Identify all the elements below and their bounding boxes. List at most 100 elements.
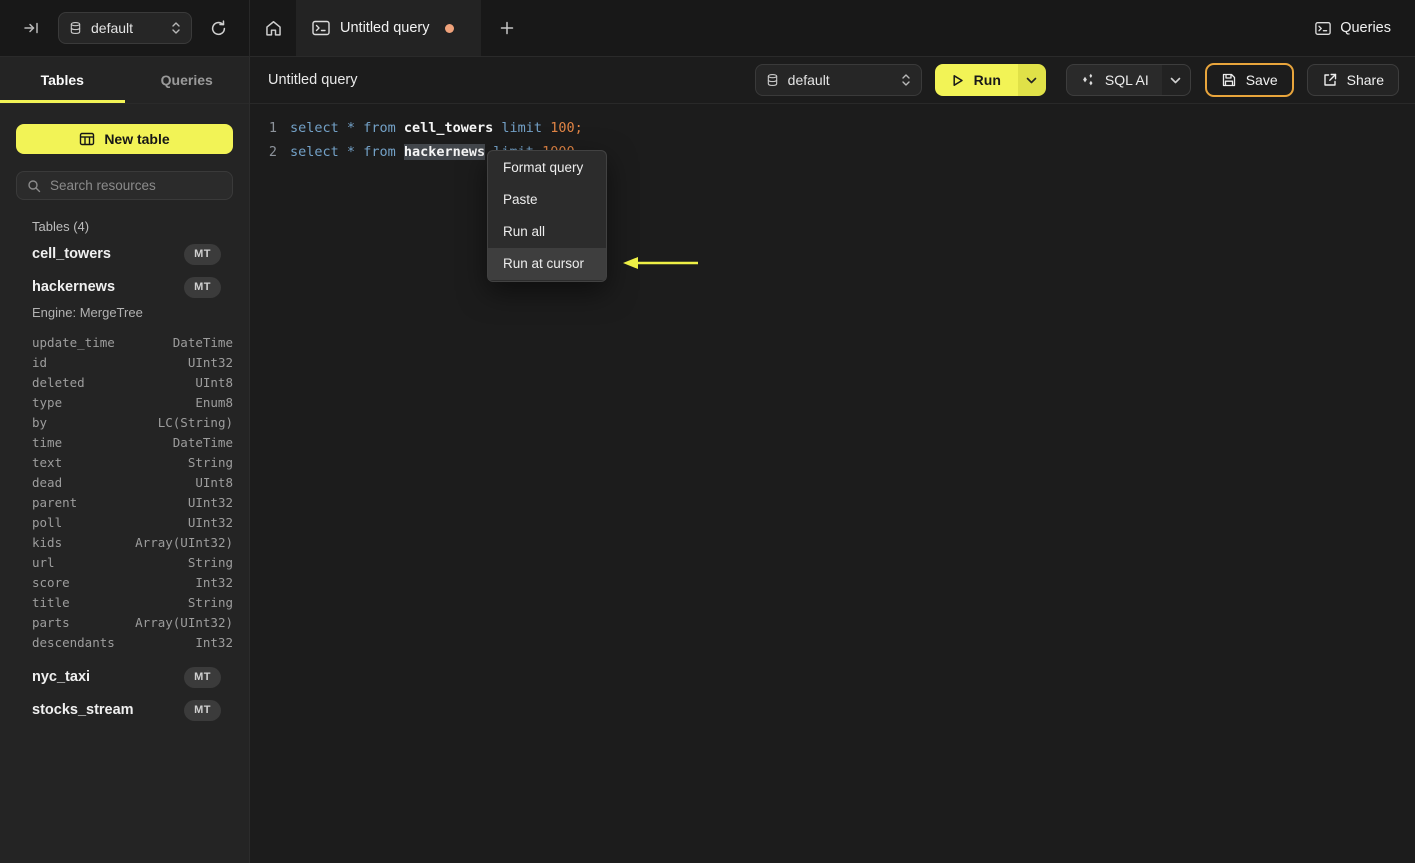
save-icon [1221,72,1237,88]
column-row: text String [32,452,233,472]
column-name: update_time [32,334,115,350]
topbar: default Untitled query Queries [0,0,1415,57]
table-name: hackernews [32,279,116,295]
column-name: title [32,594,70,610]
column-row: id UInt32 [32,352,233,372]
queries-button[interactable]: Queries [1315,20,1391,36]
context-menu-item[interactable]: Format query [488,152,606,184]
query-toolbar: Untitled query default Run SQL AI Save S… [250,57,1415,104]
chevron-updown-icon [171,21,181,35]
database-icon [766,73,779,87]
run-button[interactable]: Run [934,64,1046,96]
sql-ai-label: SQL AI [1104,72,1149,88]
topbar-right: Queries [1315,0,1415,56]
tab-untitled-query[interactable]: Untitled query [296,0,481,56]
sql-console-app: default Untitled query Queries Tables Qu… [0,0,1415,863]
save-button-label: Save [1245,72,1278,88]
column-row: title String [32,592,233,612]
share-button[interactable]: Share [1306,64,1399,96]
tab-title: Untitled query [340,20,430,36]
save-button[interactable]: Save [1204,63,1294,97]
column-name: deleted [32,374,85,390]
code-line: 2select * from hackernews limit 1000 [250,140,1415,164]
table-grid-icon [79,132,95,146]
home-button[interactable] [250,0,296,56]
collapse-sidebar-button[interactable] [18,14,46,42]
table-item[interactable]: hackernews MT [16,272,233,302]
code-token: * [346,120,356,136]
sql-ai-button[interactable]: SQL AI [1065,64,1191,96]
tab-strip: Untitled query [250,0,1315,56]
run-options-caret[interactable] [1017,64,1046,96]
column-row: time DateTime [32,432,233,452]
column-name: poll [32,514,63,530]
sql-ai-caret[interactable] [1161,65,1190,95]
sidebar-body: New table Tables (4) cell_towersMThacker… [0,104,249,863]
run-button-label: Run [973,72,1001,88]
table-name: stocks_stream [32,702,134,718]
column-type: UInt32 [187,494,233,510]
column-type: String [187,594,233,610]
refresh-button[interactable] [204,14,232,42]
code-token: select [290,144,339,160]
sidebar-tab-queries[interactable]: Queries [125,57,250,103]
engine-badge: MT [184,276,221,298]
column-row: score Int32 [32,572,233,592]
search-box[interactable] [16,171,233,200]
database-icon [69,21,82,35]
column-type: Enum8 [195,394,233,410]
chevron-down-icon [1170,77,1181,84]
column-type: Int32 [195,634,233,650]
search-input[interactable] [50,178,222,193]
query-database-value: default [787,72,830,88]
query-database-selector[interactable]: default [754,64,922,96]
run-button-main[interactable]: Run [934,64,1018,96]
column-name: dead [32,474,63,490]
table-engine-label: Engine: MergeTree [32,305,143,320]
content: Untitled query default Run SQL AI Save S… [250,57,1415,863]
table-item[interactable]: stocks_stream MT [16,695,233,725]
collapse-sidebar-icon [23,20,41,36]
column-name: time [32,434,63,450]
engine-badge: MT [184,699,221,721]
columns-list: update_time DateTime id UInt32 deleted UInt8 t… [16,332,233,652]
new-tab-button[interactable] [492,14,522,42]
column-name: type [32,394,63,410]
code-token: hackernews [403,144,486,160]
chevron-down-icon [1026,77,1037,84]
column-name: parts [32,614,70,630]
table-item[interactable]: cell_towers MT [16,239,233,269]
column-name: url [32,554,55,570]
column-name: score [32,574,70,590]
sql-editor[interactable]: 1 select * from cell_towers limit 100; 2 se… [250,104,1415,164]
table-name: cell_towers [32,246,111,262]
sidebar: Tables Queries New table Search resource… [0,57,250,863]
terminal-icon [312,20,330,36]
context-menu-item[interactable]: Paste [488,184,606,216]
context-menu-item[interactable]: Run at cursor [488,248,606,280]
terminal-icon [1315,21,1331,36]
sql-ai-main[interactable]: SQL AI [1067,65,1162,95]
column-type: Array(UInt32) [135,614,233,630]
tables-section-label: Tables (4) [32,219,90,234]
column-name: id [32,354,48,370]
sidebar-tab-tables[interactable]: Tables [0,57,125,103]
context-menu-item[interactable]: Run all [488,216,606,248]
play-icon [950,73,965,88]
annotation-arrow-icon [622,255,700,271]
table-item[interactable]: nyc_taxi MT [16,662,233,692]
line-number: 2 [268,144,277,160]
plus-icon [499,20,515,36]
table-name: nyc_taxi [32,669,91,685]
column-name: parent [32,494,78,510]
new-table-button[interactable]: New table [16,124,233,154]
home-icon [264,19,283,38]
database-selector[interactable]: default [58,12,192,44]
column-name: kids [32,534,63,550]
